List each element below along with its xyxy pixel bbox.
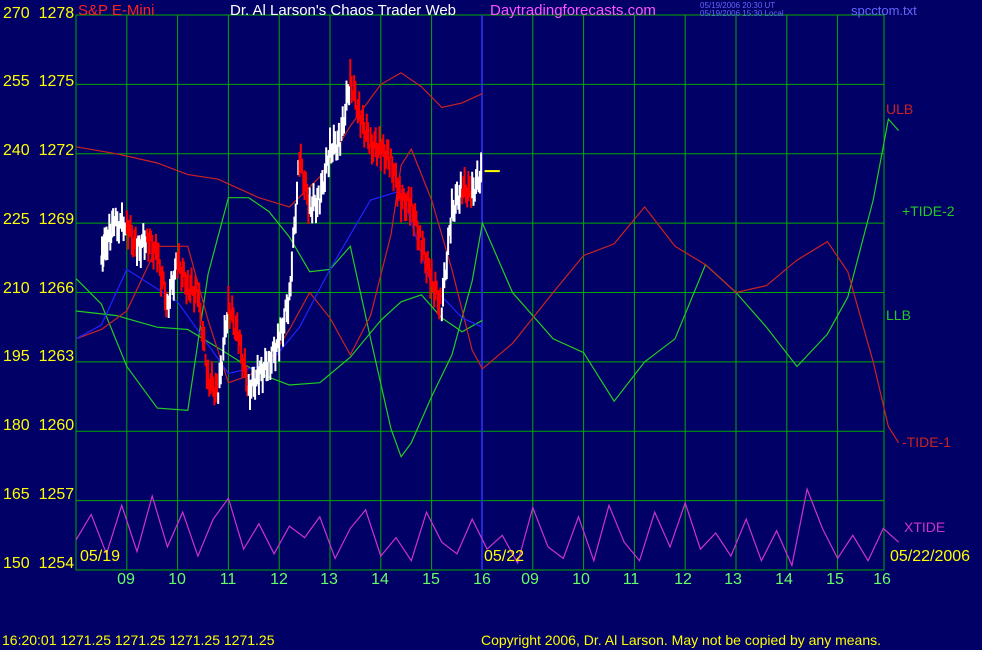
ulb-label: ULB [886,101,914,117]
x-tick-label: 09 [117,571,135,588]
x-tick-label: 09 [521,571,539,588]
y-tick-label: 165 1257 [3,486,75,503]
x-tick-label: 13 [320,571,338,588]
x-tick-label: 15 [826,571,844,588]
status-readout: 16:20:01 1271.25 1271.25 1271.25 1271.25 [2,632,275,648]
x-tick-label: 15 [422,571,440,588]
y-tick-label: 270 1278 [3,5,75,22]
x-tick-label: 12 [674,571,692,588]
y-tick-label: 150 1254 [3,555,75,572]
x-tick-label: 11 [219,571,237,588]
x-tick-label: 13 [724,571,742,588]
y-tick-label: 210 1266 [3,280,75,297]
y-tick-label: 240 1272 [3,142,75,159]
x-tick-label: 11 [622,571,640,588]
x-tick-label: 10 [572,571,590,588]
tide-minus-1-label: -TIDE-1 [902,434,951,450]
x-tick-label: 12 [270,571,288,588]
plot-lines [75,72,900,568]
price-bars [100,58,500,410]
y-tick-label: 225 1269 [3,211,75,228]
file-name: spcctom.txt [851,3,917,18]
x-tick-label: 14 [371,571,389,588]
y-tick-label: 195 1263 [3,348,75,365]
xtide-label: XTIDE [904,519,946,535]
llb-label: LLB [886,307,911,323]
x-tick-label: 16 [473,571,491,588]
site-link[interactable]: Daytradingforecasts.com [490,2,656,19]
date-end-label: 05/22/2006 [890,548,971,565]
y-tick-label: 180 1260 [3,417,75,434]
instrument-label: S&P E-Mini [78,2,155,19]
date-mid-label: 05/22 [484,548,525,565]
chart-title: Dr. Al Larson's Chaos Trader Web [230,2,457,19]
x-tick-label: 10 [168,571,186,588]
copyright-text: Copyright 2006, Dr. Al Larson. May not b… [481,632,882,648]
x-tick-label: 14 [775,571,793,588]
y-tick-label: 255 1275 [3,73,75,90]
x-tick-label: 16 [873,571,891,588]
stamp-local: 05/19/2006 15:30 Local [700,9,784,18]
date-start-label: 05/19 [80,548,121,565]
tide-plus-2-label: +TIDE-2 [902,203,955,219]
